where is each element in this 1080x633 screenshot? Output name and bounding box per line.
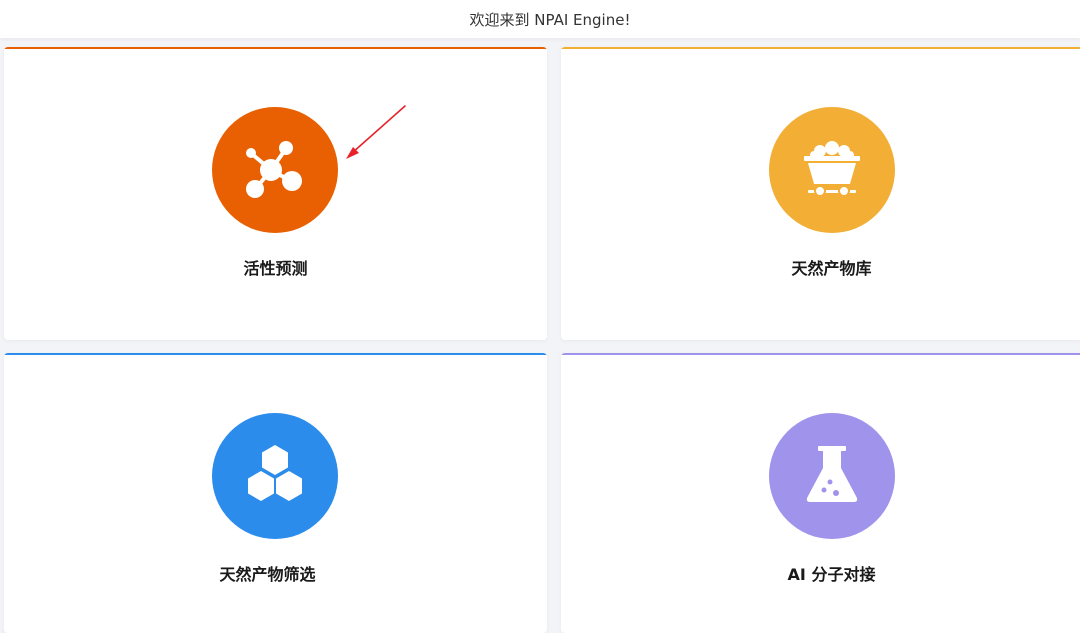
flask-icon <box>769 413 895 539</box>
card-ai-molecular-docking[interactable]: AI 分子对接 <box>561 353 1080 633</box>
top-banner: 欢迎来到 NPAI Engine! <box>0 0 1080 38</box>
mine-cart-icon <box>769 107 895 233</box>
card-natural-product-library[interactable]: 天然产物库 <box>561 47 1080 340</box>
card-accent-bar <box>561 47 1080 49</box>
hexagon-cluster-icon <box>212 413 338 539</box>
card-label-activity-prediction: 活性预测 <box>243 259 308 278</box>
welcome-title: 欢迎来到 NPAI Engine! <box>469 10 631 29</box>
card-accent-bar <box>4 47 547 49</box>
card-label-ai-molecular-docking: AI 分子对接 <box>787 565 876 584</box>
card-natural-product-screening[interactable]: 天然产物筛选 <box>4 353 547 633</box>
card-activity-prediction[interactable]: 活性预测 <box>4 47 547 340</box>
molecule-icon <box>212 107 338 233</box>
card-label-natural-product-screening: 天然产物筛选 <box>219 565 316 584</box>
card-accent-bar <box>561 353 1080 355</box>
card-label-natural-product-library: 天然产物库 <box>791 259 872 278</box>
card-accent-bar <box>4 353 547 355</box>
